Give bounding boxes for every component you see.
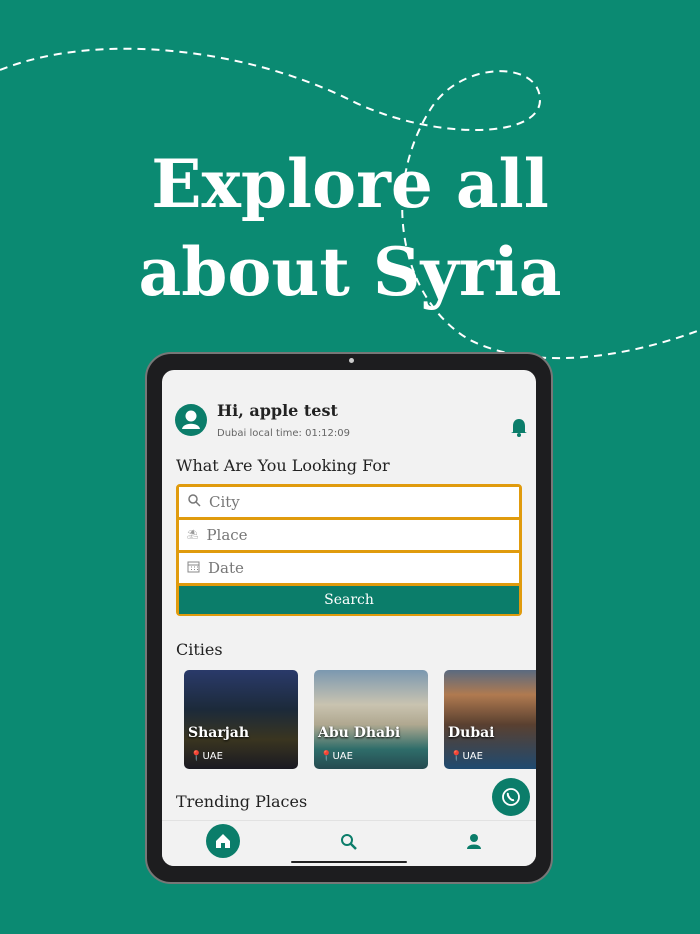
app-screen: Hi, apple test Dubai local time: 01:12:0…: [162, 370, 536, 866]
place-icon: ⛱: [187, 530, 199, 540]
person-icon: [467, 834, 481, 849]
home-icon: [216, 834, 230, 848]
whatsapp-icon: [502, 788, 520, 806]
home-indicator: [291, 861, 407, 863]
greeting: Hi, apple test: [217, 401, 338, 420]
city-placeholder: City: [209, 493, 240, 511]
place-input[interactable]: ⛱ Place: [179, 520, 519, 550]
avatar[interactable]: [175, 404, 207, 436]
nav-search[interactable]: [340, 833, 358, 855]
local-time: Dubai local time: 01:12:09: [217, 428, 351, 439]
headline-line-1: Explore all: [151, 145, 549, 223]
city-name: Abu Dhabi: [318, 725, 401, 741]
city-card-dubai[interactable]: Dubai 📍UAE: [444, 670, 536, 769]
search-form: City ⛱ Place Date Search: [176, 484, 522, 616]
date-input[interactable]: Date: [179, 553, 519, 583]
city-input[interactable]: City: [179, 487, 519, 517]
bottom-nav: [162, 820, 536, 866]
trending-heading: Trending Places: [176, 792, 308, 811]
place-placeholder: Place: [206, 526, 248, 544]
headline-line-2: about Syria: [138, 233, 562, 311]
cities-heading: Cities: [176, 640, 223, 659]
nav-profile[interactable]: [465, 833, 483, 855]
bell-icon[interactable]: [510, 417, 528, 441]
camera: [349, 358, 354, 363]
city-country: 📍UAE: [450, 751, 483, 762]
city-card-abu-dhabi[interactable]: Abu Dhabi 📍UAE: [314, 670, 428, 769]
date-placeholder: Date: [208, 559, 244, 577]
city-country: 📍UAE: [190, 751, 223, 762]
calendar-icon: [187, 559, 200, 577]
search-icon: [187, 493, 201, 511]
search-heading: What Are You Looking For: [176, 456, 390, 475]
search-icon: [341, 834, 357, 850]
headline: Explore all about Syria: [0, 140, 700, 316]
city-card-sharjah[interactable]: Sharjah 📍UAE: [184, 670, 298, 769]
search-button[interactable]: Search: [179, 586, 519, 614]
city-name: Dubai: [448, 725, 495, 741]
tablet-frame: Hi, apple test Dubai local time: 01:12:0…: [145, 352, 553, 884]
city-name: Sharjah: [188, 725, 250, 741]
city-country: 📍UAE: [320, 751, 353, 762]
nav-home[interactable]: [206, 824, 240, 858]
whatsapp-button[interactable]: [492, 778, 530, 816]
